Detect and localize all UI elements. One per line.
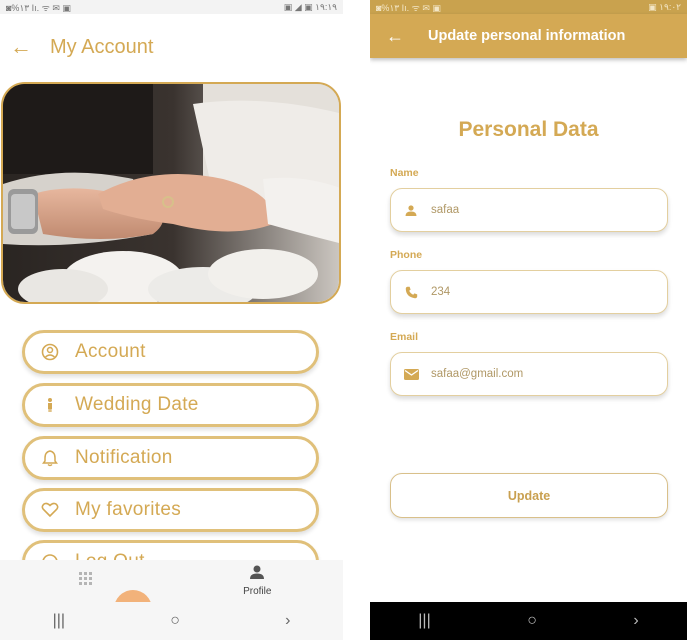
grid-icon bbox=[78, 571, 93, 591]
name-field[interactable]: safaa bbox=[390, 188, 668, 232]
status-right: ▣ ١٩:٠٢ bbox=[648, 1, 681, 12]
menu-item-account[interactable]: Account bbox=[22, 330, 319, 374]
phone-icon bbox=[391, 286, 431, 299]
home-icon[interactable]: ○ bbox=[527, 612, 537, 630]
email-value: safaa@gmail.com bbox=[431, 368, 524, 380]
menu-item-wedding-date[interactable]: Wedding Date bbox=[22, 383, 319, 427]
my-account-screen: ◙%١٣ Iı. ᯤ ✉ ▣ ▣ ◢ ▣ ١٩:١٩ ← My Account bbox=[0, 0, 343, 640]
page-title: My Account bbox=[50, 35, 154, 58]
recents-icon[interactable]: ||| bbox=[418, 612, 430, 630]
arrow-left-icon[interactable]: ← bbox=[10, 34, 50, 60]
nav-profile[interactable]: Profile bbox=[172, 560, 344, 602]
arrow-left-icon[interactable]: ← bbox=[370, 26, 428, 47]
phone-field[interactable]: 234 bbox=[390, 270, 668, 314]
name-value: safaa bbox=[431, 204, 460, 216]
bottom-navigation: Profile bbox=[0, 560, 343, 602]
status-bar: ◙%١٣ Iı. ᯤ ✉ ▣ ▣ ◢ ▣ ١٩:١٩ bbox=[0, 0, 343, 14]
header: ← My Account bbox=[10, 30, 333, 64]
person-standing-icon bbox=[25, 396, 75, 414]
back-chevron-icon[interactable]: › bbox=[285, 612, 290, 630]
wedding-rings-photo bbox=[1, 82, 341, 304]
update-personal-info-screen: ◙%١٣ Iı. ᯤ ✉ ▣ ▣ ١٩:٠٢ ← Update personal… bbox=[370, 0, 687, 640]
wedding-photo-illustration bbox=[3, 84, 339, 302]
email-field[interactable]: safaa@gmail.com bbox=[390, 352, 668, 396]
person-icon bbox=[391, 204, 431, 216]
menu-item-notification[interactable]: Notification bbox=[22, 436, 319, 480]
app-bar: ← Update personal information bbox=[370, 14, 687, 58]
status-bar: ◙%١٣ Iı. ᯤ ✉ ▣ ▣ ١٩:٠٢ bbox=[370, 0, 687, 14]
system-navigation-bar: ||| ○ › bbox=[370, 602, 687, 640]
person-icon bbox=[249, 565, 265, 584]
mail-icon bbox=[391, 368, 431, 380]
section-heading: Personal Data bbox=[458, 118, 599, 141]
phone-value: 234 bbox=[431, 286, 451, 298]
recents-icon[interactable]: ||| bbox=[53, 612, 65, 630]
status-left: ◙%١٣ Iı. ᯤ ✉ ▣ bbox=[6, 2, 71, 13]
back-chevron-icon[interactable]: › bbox=[633, 612, 638, 630]
system-navigation-bar: ||| ○ › bbox=[0, 602, 343, 640]
status-left: ◙%١٣ Iı. ᯤ ✉ ▣ bbox=[376, 2, 441, 13]
bell-icon bbox=[25, 449, 75, 467]
menu-label: Account bbox=[75, 341, 146, 362]
email-label: Email bbox=[390, 331, 419, 343]
update-button[interactable]: Update bbox=[390, 473, 668, 518]
menu-item-favorites[interactable]: My favorites bbox=[22, 488, 319, 532]
status-right: ▣ ◢ ▣ ١٩:١٩ bbox=[283, 1, 337, 12]
home-icon[interactable]: ○ bbox=[170, 612, 180, 630]
account-circle-icon bbox=[25, 343, 75, 361]
heart-icon bbox=[25, 502, 75, 518]
phone-label: Phone bbox=[390, 249, 423, 261]
page-title: Update personal information bbox=[428, 28, 626, 44]
profile-label: Profile bbox=[243, 586, 272, 597]
menu-label: Notification bbox=[75, 447, 173, 468]
menu-label: Wedding Date bbox=[75, 394, 199, 415]
menu-label: My favorites bbox=[75, 499, 182, 520]
name-label: Name bbox=[390, 167, 419, 179]
